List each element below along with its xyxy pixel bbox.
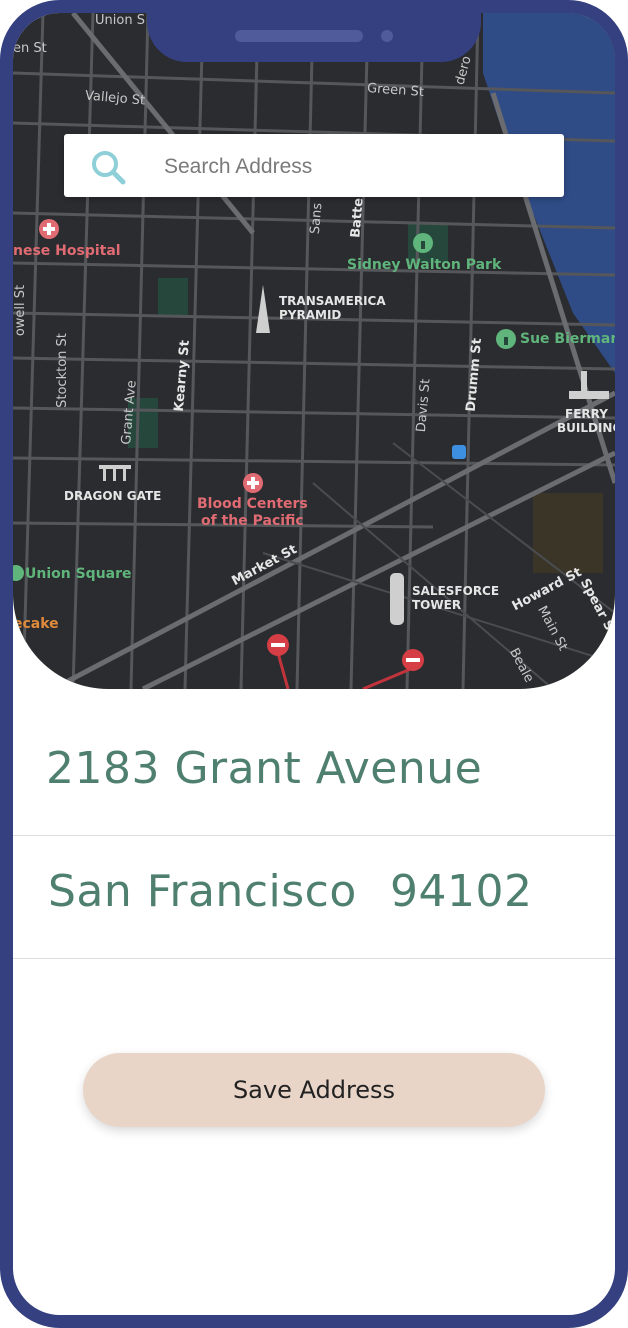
city-zip-field[interactable]: San Francisco 94102 — [13, 836, 615, 959]
ferry-building-icon — [569, 371, 609, 399]
map-label: ecake — [13, 616, 59, 632]
map-label: nese Hospital — [13, 243, 121, 259]
no-entry-icon — [402, 649, 424, 671]
transamerica-pyramid-icon — [256, 285, 270, 333]
phone-notch — [147, 13, 481, 62]
map-label: Sue Bierman — [520, 331, 615, 347]
map-label: en St — [13, 41, 47, 56]
search-input[interactable] — [162, 150, 546, 184]
map-label: TOWER — [412, 598, 462, 612]
map-label: owell St — [13, 284, 29, 337]
map-label: BUILDING — [557, 421, 615, 435]
park-marker-icon — [496, 329, 516, 349]
map-label: FERRY — [565, 407, 608, 421]
no-entry-icon — [267, 634, 289, 656]
zip-value: 94102 — [390, 866, 533, 917]
map-label: Union S — [95, 13, 145, 28]
speaker-grille — [235, 30, 363, 42]
street-address-field[interactable]: 2183 Grant Avenue — [13, 713, 615, 836]
search-icon[interactable] — [90, 149, 126, 185]
transit-marker-icon — [452, 445, 466, 459]
map-label: Blood Centers — [197, 496, 308, 512]
phone-frame: Union S en St Vallejo St Green St dero n… — [0, 0, 628, 1328]
map-label: Sans — [307, 202, 326, 235]
hospital-marker-icon — [39, 219, 59, 239]
dragon-gate-icon — [99, 465, 131, 481]
search-bar — [64, 134, 564, 197]
route-line — [276, 652, 290, 689]
map-view[interactable]: Union S en St Vallejo St Green St dero n… — [13, 13, 615, 689]
save-address-button[interactable]: Save Address — [83, 1053, 545, 1127]
map-label: TRANSAMERICA — [279, 294, 386, 308]
city-value: San Francisco — [48, 866, 357, 917]
map-label: Union Square — [25, 566, 132, 582]
map-label: Stockton St — [54, 333, 70, 408]
map-label: PYRAMID — [279, 308, 342, 322]
map-label: DRAGON GATE — [64, 489, 162, 503]
map-label: SALESFORCE — [412, 584, 500, 598]
salesforce-tower-icon — [390, 573, 404, 625]
park-marker-icon — [413, 233, 433, 253]
park-marker-icon — [13, 565, 24, 581]
street-address-value: 2183 Grant Avenue — [46, 743, 483, 794]
map-label: Sidney Walton Park — [347, 257, 502, 273]
map-label: of the Pacific — [201, 513, 304, 529]
front-camera — [381, 30, 393, 42]
map-roads — [13, 13, 615, 689]
blood-center-marker-icon — [243, 473, 263, 493]
